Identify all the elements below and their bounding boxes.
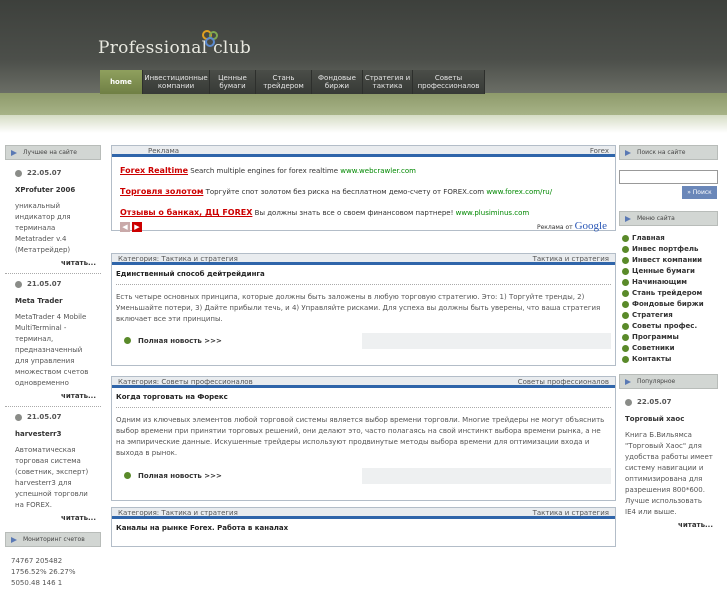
full-news-link[interactable]: Полная новость >>>: [116, 468, 362, 484]
article: Категория: Советы профессионалов Советы п…: [111, 376, 616, 501]
news-title[interactable]: Meta Trader: [15, 296, 96, 307]
header: Professional club home Инвестиционные ко…: [0, 0, 727, 133]
next-arrow-icon[interactable]: ▶: [132, 222, 142, 232]
popular-header: Популярное: [619, 374, 718, 389]
ad-bar: Реклама Forex: [112, 146, 615, 157]
ad-item[interactable]: Торговля золотом Торгуйте спот золотом б…: [120, 187, 607, 197]
ad-item[interactable]: Forex Realtime Search multiple engines f…: [120, 166, 607, 176]
popular-title[interactable]: Торговый хаос: [625, 414, 713, 425]
search-input[interactable]: [619, 170, 718, 184]
right-sidebar: Поиск на сайте » Поиск Меню сайта Главна…: [619, 145, 718, 531]
site-logo[interactable]: Professional club: [98, 30, 252, 58]
header-stripe: [0, 93, 727, 115]
read-more-link[interactable]: читать...: [15, 513, 96, 524]
main-nav: home Инвестиционные компании Ценные бума…: [100, 70, 485, 94]
full-news-link[interactable]: Полная новость >>>: [116, 333, 362, 349]
nav-investment-companies[interactable]: Инвестиционные компании: [143, 70, 210, 94]
article-title[interactable]: Единственный способ дейтрейдинга: [116, 268, 611, 285]
logo-text: Professional club: [98, 38, 252, 58]
article: Категория: Тактика и стратегия Тактика и …: [111, 253, 616, 366]
article-category[interactable]: Категория: Тактика и стратегия: [118, 254, 238, 263]
news-item: 21.05.07 harvesterr3 Автоматическая торг…: [15, 413, 96, 524]
ad-item[interactable]: Отзывы о банках, ДЦ FOREX Вы должны знат…: [120, 208, 607, 218]
best-header: Лучшее на сайте: [5, 145, 101, 160]
nav-strategy[interactable]: Стратегия и тактика: [363, 70, 413, 94]
menu-item[interactable]: Стань трейдером: [622, 288, 718, 299]
nav-securities[interactable]: Ценные бумаги: [210, 70, 256, 94]
article-category[interactable]: Категория: Тактика и стратегия: [118, 508, 238, 517]
menu-item[interactable]: Главная: [622, 233, 718, 244]
menu-item[interactable]: Инвес портфель: [622, 244, 718, 255]
article-text: Одним из ключевых элементов любой торгов…: [116, 416, 605, 457]
prev-arrow-icon[interactable]: ◀: [120, 222, 130, 232]
news-item: 22.05.07 XProfuter 2006 уникальный индик…: [15, 169, 96, 269]
read-more-link[interactable]: читать...: [625, 520, 713, 531]
site-menu: Главная Инвес портфель Инвест компании Ц…: [619, 226, 718, 365]
main-content: Реклама Forex Forex Realtime Search mult…: [111, 145, 616, 553]
menu-item[interactable]: Стратегия: [622, 310, 718, 321]
menu-header: Меню сайта: [619, 211, 718, 226]
article-category[interactable]: Категория: Советы профессионалов: [118, 377, 253, 386]
article-title[interactable]: Когда торговать на Форекс: [116, 391, 611, 408]
news-item: 21.05.07 Meta Trader MetaTrader 4 Mobile…: [15, 280, 96, 402]
article-text: Есть четыре основных принципа, которые д…: [116, 293, 601, 323]
monitor-text: 74767 205482 1756.52% 26.27% 5050.48 146…: [11, 557, 76, 587]
popular-item: 22.05.07 Торговый хаос Книга Б.Вильямса …: [625, 398, 713, 531]
nav-stock-exchanges[interactable]: Фондовые биржи: [312, 70, 363, 94]
nav-home[interactable]: home: [100, 70, 143, 94]
ad-block: Реклама Forex Forex Realtime Search mult…: [111, 145, 616, 233]
search-header: Поиск на сайте: [619, 145, 718, 160]
nav-become-trader[interactable]: Стань трейдером: [256, 70, 312, 94]
menu-item[interactable]: Контакты: [622, 354, 718, 365]
left-sidebar: Лучшее на сайте 22.05.07 XProfuter 2006 …: [5, 145, 101, 589]
read-more-link[interactable]: читать...: [15, 391, 96, 402]
menu-item[interactable]: Советы профес.: [622, 321, 718, 332]
nav-pro-tips[interactable]: Советы профессионалов: [413, 70, 485, 94]
menu-item[interactable]: Ценные бумаги: [622, 266, 718, 277]
header-fade: [0, 115, 727, 133]
menu-item[interactable]: Советники: [622, 343, 718, 354]
article-title[interactable]: Каналы на рынке Forex. Работа в каналах: [116, 522, 611, 538]
news-title[interactable]: XProfuter 2006: [15, 185, 96, 196]
search-button[interactable]: » Поиск: [682, 186, 717, 199]
menu-item[interactable]: Инвест компании: [622, 255, 718, 266]
read-more-link[interactable]: читать...: [15, 258, 96, 269]
menu-item[interactable]: Фондовые биржи: [622, 299, 718, 310]
logo-rings-icon: [202, 30, 224, 48]
ads-by-google[interactable]: Реклама от Google: [537, 221, 607, 233]
article: Категория: Тактика и стратегия Тактика и …: [111, 507, 616, 547]
menu-item[interactable]: Программы: [622, 332, 718, 343]
menu-item[interactable]: Начинающим: [622, 277, 718, 288]
news-title[interactable]: harvesterr3: [15, 429, 96, 440]
